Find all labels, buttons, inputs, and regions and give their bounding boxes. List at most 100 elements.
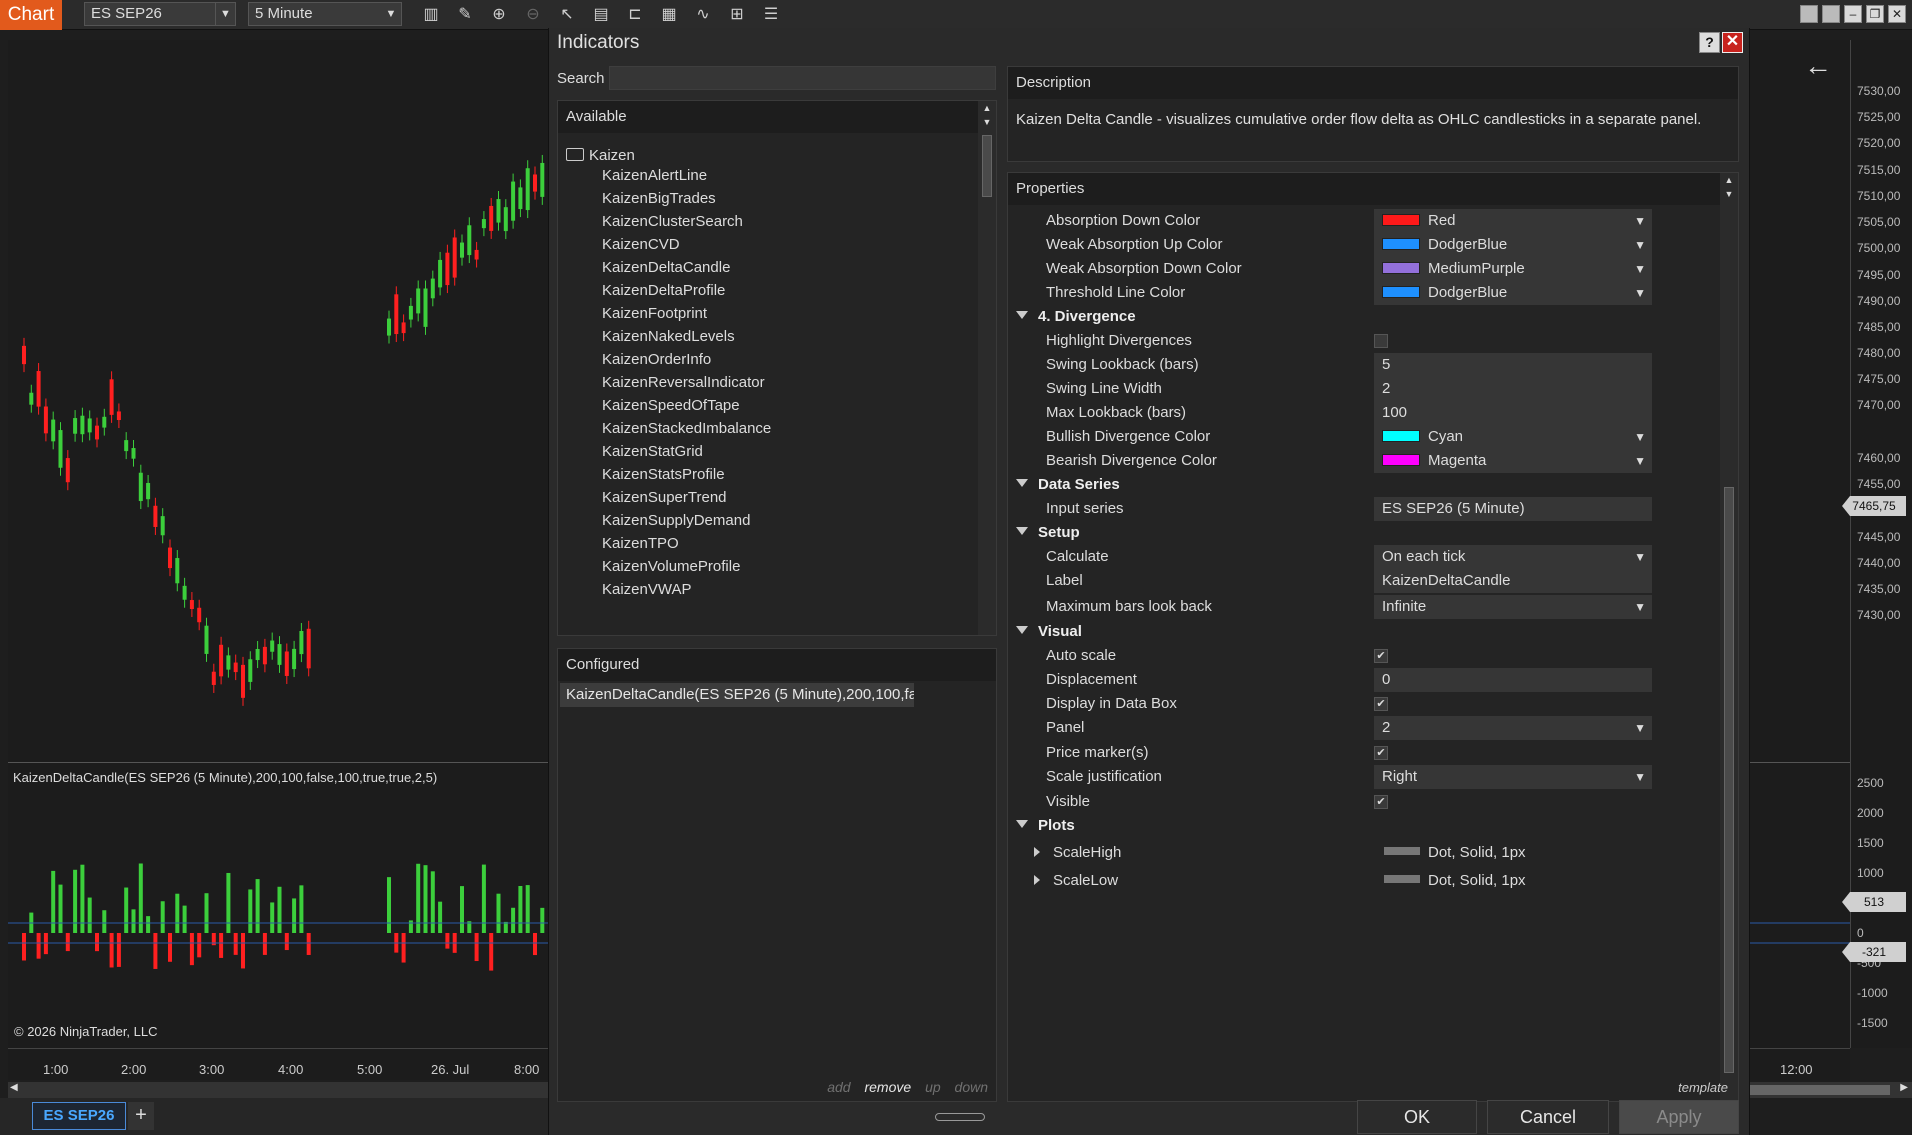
available-item[interactable]: KaizenSuperTrend <box>602 489 727 506</box>
templates-icon[interactable]: ⊞ <box>726 4 748 26</box>
time-axis[interactable]: 1:00 2:00 3:00 4:00 5:00 26. Jul 8:00 <box>8 1048 548 1080</box>
close-button[interactable]: ✕ <box>1722 32 1743 53</box>
available-item[interactable]: KaizenReversalIndicator <box>602 374 765 391</box>
properties-grid[interactable]: Absorption Down Color Red ▼ Weak Absorption… <box>1008 207 1720 1101</box>
properties-list-icon[interactable]: ☰ <box>760 4 782 26</box>
scroll-up-icon[interactable]: ▲ <box>978 103 996 113</box>
add-tab-button[interactable]: + <box>128 1102 154 1130</box>
time-axis-right[interactable]: 12:00 <box>1750 1048 1850 1080</box>
available-item[interactable]: KaizenStackedImbalance <box>602 420 771 437</box>
property-dropdown[interactable]: 2 ▼ <box>1374 716 1652 740</box>
color-picker[interactable]: Magenta ▼ <box>1374 449 1652 473</box>
scroll-right-icon[interactable]: ▶ <box>1900 1082 1908 1093</box>
category-toggle[interactable]: 4. Divergence <box>1016 308 1136 325</box>
category-toggle[interactable]: Setup <box>1016 524 1080 541</box>
panel-separator-right[interactable] <box>1750 762 1850 763</box>
color-picker[interactable]: DodgerBlue ▼ <box>1374 233 1652 257</box>
available-item[interactable]: KaizenOrderInfo <box>602 351 711 368</box>
cancel-button[interactable]: Cancel <box>1487 1100 1609 1134</box>
add-link[interactable]: add <box>827 1079 850 1095</box>
scroll-down-icon[interactable]: ▼ <box>1720 189 1738 199</box>
indicators-icon[interactable]: ▦ <box>658 4 680 26</box>
property-input[interactable]: 2 <box>1374 377 1652 401</box>
up-link[interactable]: up <box>925 1079 941 1095</box>
folder-kaizen[interactable]: Kaizen <box>566 147 635 164</box>
template-link[interactable]: template <box>1678 1080 1728 1095</box>
instrument-selector[interactable]: ES SEP26 ▼ <box>84 2 236 26</box>
chart-menu-tab[interactable]: Chart <box>0 0 62 30</box>
available-scrollbar[interactable]: ▲ ▼ <box>978 101 996 635</box>
property-input[interactable]: 5 <box>1374 353 1652 377</box>
expand-arrow-icon[interactable] <box>1034 875 1040 885</box>
back-arrow-icon[interactable]: ← <box>1804 50 1832 82</box>
strategies-icon[interactable]: ∿ <box>692 4 714 26</box>
properties-scrollbar[interactable]: ▲ ▼ <box>1720 173 1738 1101</box>
ok-button[interactable]: OK <box>1357 1100 1477 1134</box>
zoom-in-icon[interactable]: ⊕ <box>488 4 510 26</box>
pointer-icon[interactable]: ↖ <box>556 4 578 26</box>
remove-link[interactable]: remove <box>864 1079 911 1095</box>
property-checkbox[interactable] <box>1374 334 1388 348</box>
property-input[interactable]: 0 <box>1374 668 1652 692</box>
available-item[interactable]: KaizenDeltaProfile <box>602 282 725 299</box>
help-button[interactable]: ? <box>1699 32 1720 53</box>
available-item[interactable]: KaizenStatsProfile <box>602 466 725 483</box>
available-item[interactable]: KaizenDeltaCandle <box>602 259 730 276</box>
minimize-icon[interactable]: – <box>1844 5 1862 23</box>
plot-style[interactable]: Dot, Solid, 1px <box>1384 844 1526 861</box>
property-checkbox[interactable]: ✔ <box>1374 697 1388 711</box>
scroll-thumb[interactable] <box>1750 1085 1890 1095</box>
property-checkbox[interactable]: ✔ <box>1374 795 1388 809</box>
available-item[interactable]: KaizenBigTrades <box>602 190 716 207</box>
price-chart-panel-right[interactable] <box>1750 40 1850 1048</box>
scroll-down-icon[interactable]: ▼ <box>978 117 996 127</box>
interval-selector[interactable]: 5 Minute ▼ <box>248 2 402 26</box>
available-item[interactable]: KaizenSpeedOfTape <box>602 397 740 414</box>
category-toggle[interactable]: Data Series <box>1016 476 1120 493</box>
color-picker[interactable]: Red ▼ <box>1374 209 1652 233</box>
search-input[interactable] <box>609 66 996 90</box>
property-input[interactable]: 100 <box>1374 401 1652 425</box>
property-dropdown[interactable]: Right ▼ <box>1374 765 1652 789</box>
tab-es-sep26[interactable]: ES SEP26 <box>32 1102 126 1130</box>
chart-trader-icon[interactable]: ⊏ <box>624 4 646 26</box>
property-dropdown[interactable]: Infinite ▼ <box>1374 595 1652 619</box>
horizontal-scrollbar-right[interactable]: ▶ <box>1750 1082 1912 1098</box>
scroll-left-icon[interactable]: ◀ <box>10 1082 18 1093</box>
price-chart-panel[interactable] <box>8 40 548 1048</box>
available-item[interactable]: KaizenCVD <box>602 236 680 253</box>
available-item[interactable]: KaizenAlertLine <box>602 167 707 184</box>
color-picker[interactable]: DodgerBlue ▼ <box>1374 281 1652 305</box>
available-item[interactable]: KaizenSupplyDemand <box>602 512 750 529</box>
configured-item[interactable]: KaizenDeltaCandle(ES SEP26 (5 Minute),20… <box>560 683 914 707</box>
available-item[interactable]: KaizenClusterSearch <box>602 213 743 230</box>
property-input[interactable]: KaizenDeltaCandle <box>1374 569 1652 593</box>
data-box-icon[interactable]: ▤ <box>590 4 612 26</box>
panel-separator[interactable] <box>8 762 548 763</box>
property-dropdown[interactable]: On each tick ▼ <box>1374 545 1652 569</box>
scroll-up-icon[interactable]: ▲ <box>1720 175 1738 185</box>
available-item[interactable]: KaizenStatGrid <box>602 443 703 460</box>
available-item[interactable]: KaizenNakedLevels <box>602 328 735 345</box>
color-picker[interactable]: MediumPurple ▼ <box>1374 257 1652 281</box>
available-item[interactable]: KaizenVWAP <box>602 581 691 598</box>
category-toggle[interactable]: Plots <box>1016 817 1075 834</box>
plot-style[interactable]: Dot, Solid, 1px <box>1384 872 1526 889</box>
available-list[interactable]: Kaizen KaizenAlertLine KaizenBigTrades Kai… <box>558 133 978 635</box>
scroll-thumb[interactable] <box>1724 487 1734 1073</box>
restore-icon[interactable]: ❐ <box>1866 5 1884 23</box>
apply-button[interactable]: Apply <box>1619 1100 1739 1134</box>
available-item[interactable]: KaizenFootprint <box>602 305 707 322</box>
zoom-out-icon[interactable]: ⊖ <box>522 4 544 26</box>
close-window-icon[interactable]: ✕ <box>1888 5 1906 23</box>
bar-type-icon[interactable]: ▥ <box>420 4 442 26</box>
property-checkbox[interactable]: ✔ <box>1374 746 1388 760</box>
layout-icon[interactable] <box>1800 5 1818 23</box>
property-input[interactable]: ES SEP26 (5 Minute) <box>1374 497 1652 521</box>
category-toggle[interactable]: Visual <box>1016 623 1082 640</box>
scroll-thumb[interactable] <box>982 135 992 197</box>
resize-grip[interactable] <box>935 1113 985 1121</box>
available-item[interactable]: KaizenVolumeProfile <box>602 558 740 575</box>
available-item[interactable]: KaizenTPO <box>602 535 679 552</box>
drawing-tool-icon[interactable]: ✎ <box>454 4 476 26</box>
